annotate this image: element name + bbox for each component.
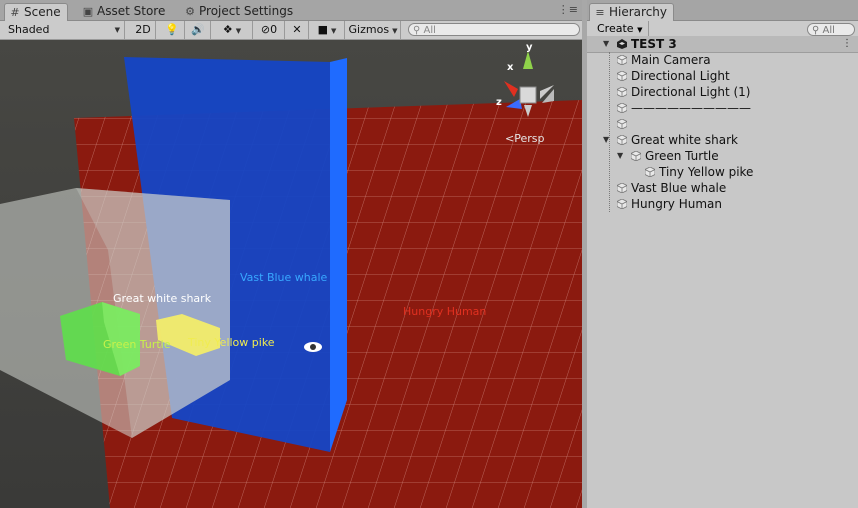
chevron-down-icon: ▼ (114, 26, 120, 34)
label-great-white-shark: Great white shark (113, 292, 212, 305)
hidden-eye-icon: ⊘ (260, 23, 271, 36)
projection-toggle[interactable]: <Persp (505, 132, 544, 145)
toggle-2d-button[interactable]: 2D (131, 21, 156, 39)
tree-guide-line (609, 52, 610, 212)
camera-dropdown[interactable]: ■ ▼ (310, 21, 345, 39)
lighting-toggle[interactable]: 💡 (160, 21, 185, 39)
scene-menu-icon[interactable]: ⋮ (842, 36, 852, 52)
hierarchy-item-label: Green Turtle (645, 149, 719, 163)
hierarchy-item[interactable]: ▼ Great white shark (587, 132, 858, 148)
hierarchy-item-label: —————————— (631, 101, 751, 115)
search-icon: ⚲ (413, 25, 424, 36)
list-icon: ≡ (595, 6, 605, 19)
gameobject-cube-icon (617, 71, 627, 81)
scene-camera-eye-icon (304, 342, 322, 352)
label-green-turtle: Green Turtle (103, 338, 171, 351)
tab-hierarchy[interactable]: ≡ Hierarchy (589, 3, 675, 21)
label-vast-blue-whale: Vast Blue whale (240, 271, 328, 284)
chevron-down-icon: ▼ (392, 27, 398, 35)
chevron-down-icon: ▼ (637, 26, 643, 34)
hierarchy-search-input[interactable]: ⚲ All (807, 23, 855, 36)
shopping-bag-icon: ▣ (82, 5, 94, 18)
effects-dropdown[interactable]: ❖ ▼ (212, 21, 253, 39)
grid-icon: # (10, 6, 20, 19)
effects-icon: ❖ (222, 23, 233, 36)
unity-scene-icon (617, 39, 627, 49)
scene-visibility-toggle[interactable]: ⊘0 (254, 21, 285, 39)
gear-icon: ⚙ (185, 5, 195, 18)
tab-project-settings[interactable]: ⚙ Project Settings (180, 3, 299, 20)
foldout-expanded-icon: ▼ (603, 39, 610, 48)
gameobject-cube-icon (645, 167, 655, 177)
gameobject-cube-icon (631, 151, 641, 161)
hierarchy-tab-bar: ≡ Hierarchy (587, 0, 858, 21)
scene-search-input[interactable]: ⚲ All (408, 23, 580, 36)
label-tiny-yellow-pike: Tiny Yellow pike (188, 336, 275, 349)
axis-label-z: z (496, 97, 502, 108)
wrench-icon: ✕ (292, 23, 302, 36)
scene-tab-bar: # Scene ▣ Asset Store ⚙ Project Settings ⋮≡ (0, 0, 582, 21)
axis-label-x: x (507, 62, 514, 73)
gameobject-cube-icon (617, 103, 627, 113)
lightbulb-icon: 💡 (165, 23, 179, 36)
hierarchy-item[interactable] (587, 116, 858, 132)
hierarchy-pane: ≡ Hierarchy Create ▼ ⚲ All ▼ TEST 3 ⋮ Mai… (587, 0, 858, 508)
scene-pane: # Scene ▣ Asset Store ⚙ Project Settings ⋮≡… (0, 0, 582, 508)
whale-slab-side (330, 58, 347, 452)
gameobject-cube-icon (617, 135, 627, 145)
audio-toggle[interactable]: 🔊 (186, 21, 211, 39)
gameobject-cube-icon (617, 87, 627, 97)
persp-chevron-icon: < (505, 132, 515, 145)
hierarchy-item[interactable]: Hungry Human (587, 196, 858, 212)
hierarchy-item[interactable]: ▼ Green Turtle (587, 148, 858, 164)
hierarchy-item[interactable]: Tiny Yellow pike (587, 164, 858, 180)
scene-viewport[interactable]: y x z <Persp Great white shark Vast Blue… (0, 40, 582, 508)
hierarchy-item[interactable]: Main Camera (587, 52, 858, 68)
hierarchy-item-label: Directional Light (631, 69, 730, 83)
tab-scene[interactable]: # Scene (4, 3, 68, 21)
hierarchy-item[interactable]: Directional Light (587, 68, 858, 84)
gizmos-dropdown[interactable]: Gizmos ▼ (346, 21, 401, 39)
gameobject-cube-icon (617, 199, 627, 209)
scene-toolbar: Shaded ▼ 2D 💡 🔊 ❖ ▼ ⊘0 ✕ ■ ▼ Gizmos ▼ ⚲ All (0, 21, 582, 40)
tools-toggle[interactable]: ✕ (286, 21, 309, 39)
chevron-down-icon: ▼ (235, 27, 242, 35)
hierarchy-item[interactable]: Vast Blue whale (587, 180, 858, 196)
axis-label-y: y (526, 42, 533, 53)
hierarchy-item-label: Great white shark (631, 133, 738, 147)
hierarchy-item-label: Vast Blue whale (631, 181, 727, 195)
chevron-down-icon: ▼ (331, 27, 337, 35)
hierarchy-item-label: Hungry Human (631, 197, 722, 211)
scene-name: TEST 3 (631, 37, 677, 51)
gameobject-cube-icon (617, 183, 627, 193)
speaker-icon: 🔊 (191, 23, 205, 36)
create-dropdown[interactable]: Create ▼ (591, 21, 650, 37)
tab-asset-store[interactable]: ▣ Asset Store (78, 3, 171, 20)
hierarchy-item[interactable]: —————————— (587, 100, 858, 116)
label-hungry-human: Hungry Human (403, 305, 487, 318)
hierarchy-item-label: Tiny Yellow pike (659, 165, 754, 179)
hierarchy-item-label: Directional Light (1) (631, 85, 751, 99)
hierarchy-item[interactable]: Directional Light (1) (587, 84, 858, 100)
search-icon: ⚲ (812, 25, 823, 36)
hierarchy-item-label: Main Camera (631, 53, 711, 67)
camera-icon: ■ (317, 23, 328, 36)
shading-mode-dropdown[interactable]: Shaded ▼ (0, 21, 125, 39)
scene-root-row[interactable]: ▼ TEST 3 ⋮ (587, 36, 858, 53)
tab-menu-icon[interactable]: ⋮≡ (558, 3, 578, 16)
gameobject-cube-icon (617, 119, 627, 129)
gameobject-cube-icon (617, 55, 627, 65)
foldout-expanded-icon[interactable]: ▼ (617, 148, 623, 164)
